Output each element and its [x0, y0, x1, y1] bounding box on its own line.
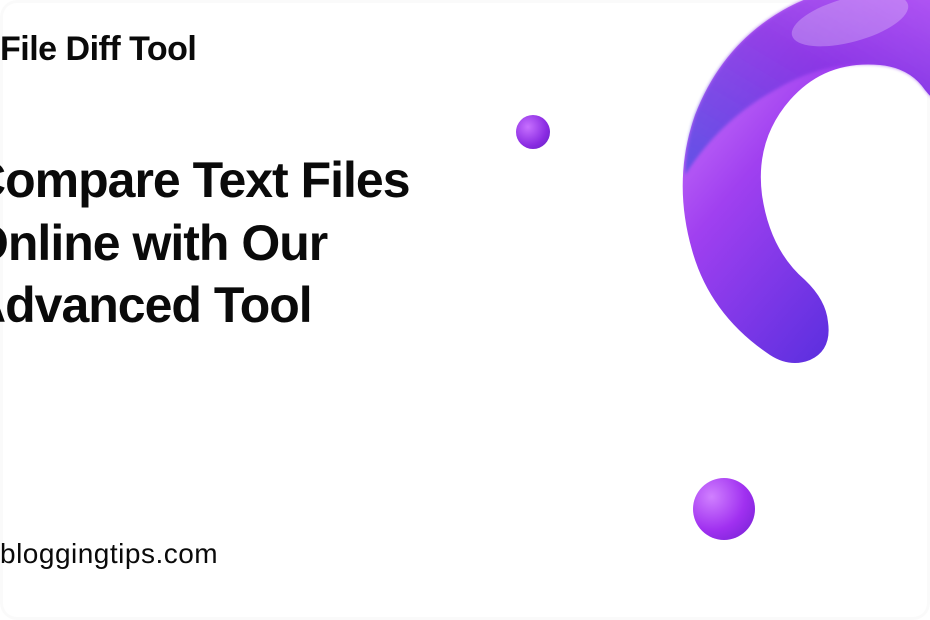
category-label: File Diff Tool [0, 30, 520, 69]
page-headline: Compare Text Files Online with Our Advan… [0, 149, 520, 337]
text-content: File Diff Tool Compare Text Files Online… [0, 0, 520, 337]
decorative-shape-main [610, 0, 930, 380]
site-url: bloggingtips.com [0, 538, 218, 570]
decorative-sphere-medium [693, 478, 755, 540]
decorative-sphere-small [516, 115, 550, 149]
